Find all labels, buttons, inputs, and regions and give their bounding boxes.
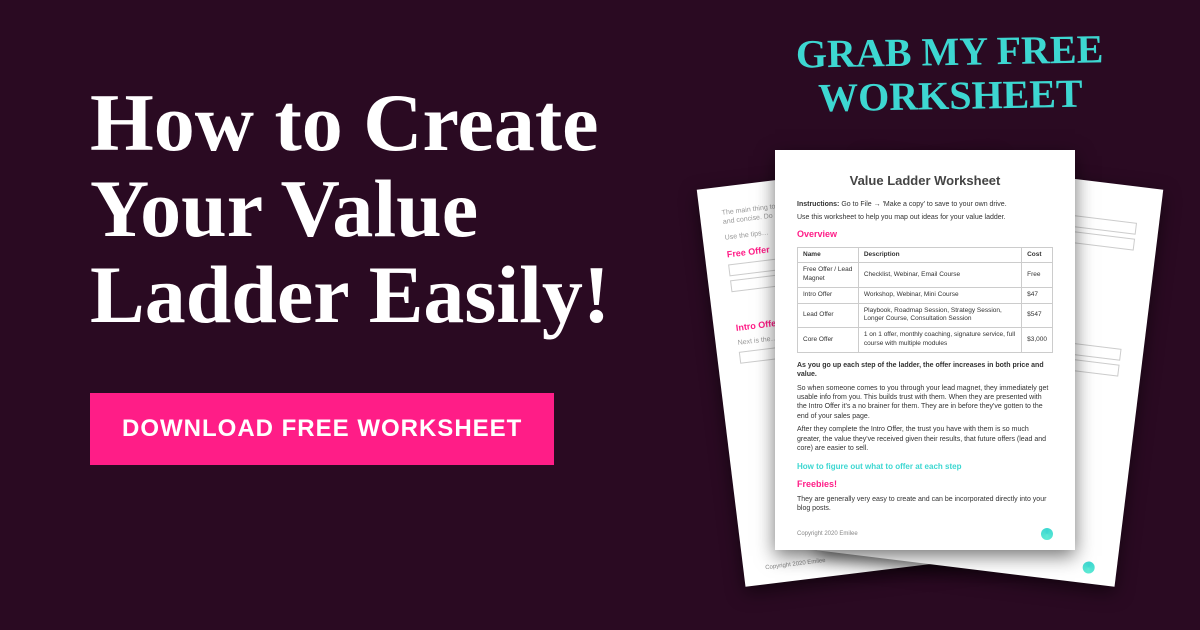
table-row: Intro Offer Workshop, Webinar, Mini Cour… bbox=[798, 287, 1053, 303]
table-row: Lead Offer Playbook, Roadmap Session, St… bbox=[798, 303, 1053, 328]
download-button[interactable]: DOWNLOAD FREE WORKSHEET bbox=[90, 393, 554, 465]
table-row: Free Offer / Lead Magnet Checklist, Webi… bbox=[798, 263, 1053, 288]
worksheet-title: Value Ladder Worksheet bbox=[797, 172, 1053, 190]
overview-table: Name Description Cost Free Offer / Lead … bbox=[797, 247, 1053, 353]
table-row: Core Offer 1 on 1 offer, monthly coachin… bbox=[798, 328, 1053, 353]
handwritten-callout: GRAB MY FREE WORKSHEET bbox=[769, 27, 1130, 121]
logo-icon bbox=[1041, 528, 1053, 540]
overview-heading: Overview bbox=[797, 228, 1053, 240]
section-heading: How to figure out what to offer at each … bbox=[797, 462, 1053, 473]
worksheet-stack: The main thing to remember about freebie… bbox=[720, 150, 1140, 620]
freebies-heading: Freebies! bbox=[797, 478, 1053, 490]
worksheet-page-front: Value Ladder Worksheet Instructions: Go … bbox=[775, 150, 1075, 550]
copyright: Copyright 2020 Emilee bbox=[797, 530, 858, 538]
page-headline: How to Create Your Value Ladder Easily! bbox=[90, 80, 710, 338]
logo-icon bbox=[1082, 561, 1095, 574]
